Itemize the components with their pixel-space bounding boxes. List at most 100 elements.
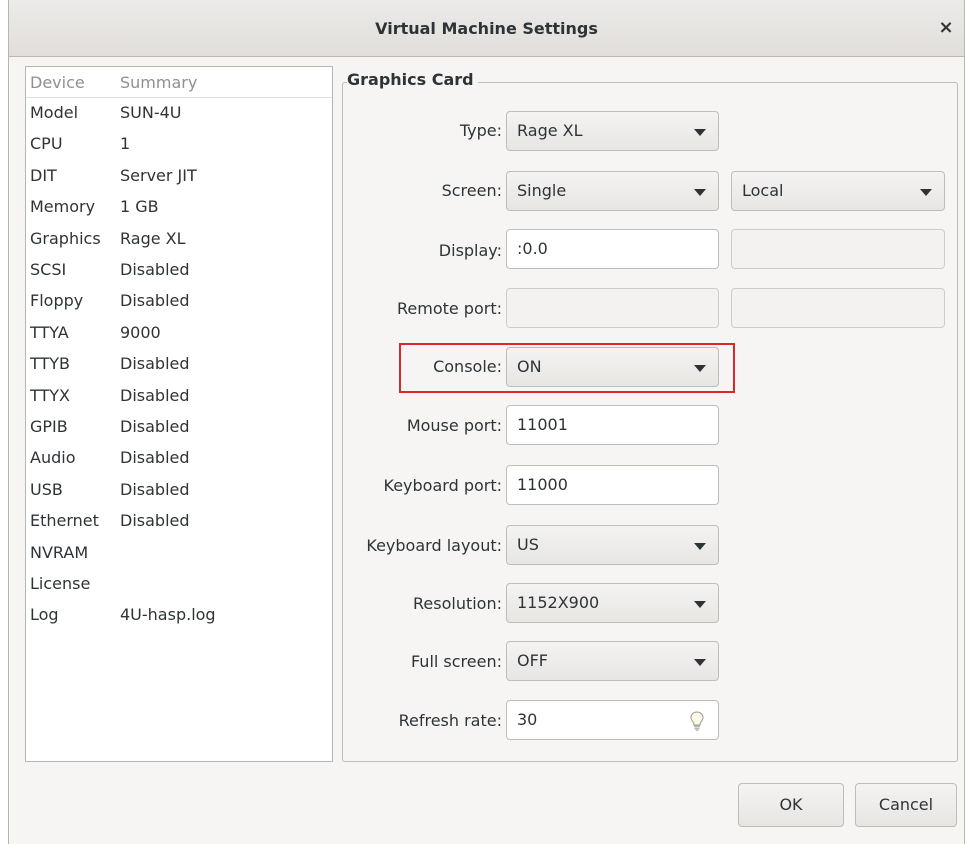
device-summary: 1 GB (120, 197, 159, 217)
keyboard-port-label: Keyboard port: (383, 476, 502, 495)
device-list[interactable]: Device Summary Model SUN-4U CPU 1 DIT Server … (25, 66, 333, 762)
lightbulb-icon[interactable] (690, 711, 704, 731)
title-bar: Virtual Machine Settings × (9, 0, 964, 57)
device-name: USB (30, 479, 63, 499)
device-name: TTYA (30, 322, 69, 342)
console-combo[interactable]: ON (506, 347, 719, 387)
display-extra-input (731, 229, 945, 269)
keyboard-port-value: 11000 (517, 475, 568, 494)
device-name: SCSI (30, 260, 67, 279)
device-summary: 4U-hasp.log (120, 605, 216, 625)
refresh-rate-input[interactable]: 30 (506, 700, 719, 740)
device-name: Audio (30, 448, 76, 468)
chevron-down-icon (694, 129, 706, 136)
type-label: Type: (459, 121, 502, 140)
resolution-value: 1152X900 (517, 593, 600, 612)
device-row[interactable]: TTYA 9000 (26, 319, 332, 350)
device-name: CPU (30, 134, 63, 154)
mouse-port-label: Mouse port: (406, 416, 502, 435)
device-name: Ethernet (30, 511, 99, 531)
display-label: Display: (438, 241, 502, 260)
device-name: Graphics (30, 228, 101, 248)
device-summary: Disabled (120, 260, 190, 279)
keyboard-layout-label: Keyboard layout: (366, 536, 502, 555)
device-summary: 1 (120, 134, 131, 154)
device-row[interactable]: Ethernet Disabled (26, 507, 332, 538)
device-name: TTYB (30, 354, 71, 374)
device-row[interactable]: Graphics Rage XL (26, 225, 332, 256)
type-value: Rage XL (517, 121, 583, 140)
refresh-rate-label: Refresh rate: (398, 711, 502, 730)
device-row[interactable]: NVRAM (26, 539, 332, 570)
full-screen-label: Full screen: (410, 652, 502, 671)
remote-port-label: Remote port: (396, 299, 502, 318)
chevron-down-icon (694, 365, 706, 372)
resolution-label: Resolution: (413, 594, 502, 613)
device-summary: Rage XL (120, 228, 186, 248)
device-row[interactable]: Floppy Disabled (26, 287, 332, 318)
column-header-summary[interactable]: Summary (120, 73, 197, 92)
device-summary: Disabled (120, 479, 190, 499)
remote-port-input (506, 288, 719, 328)
keyboard-layout-combo[interactable]: US (506, 525, 719, 565)
full-screen-combo[interactable]: OFF (506, 641, 719, 681)
console-value: ON (517, 357, 542, 376)
device-row[interactable]: Audio Disabled (26, 444, 332, 475)
chevron-down-icon (694, 601, 706, 608)
full-screen-value: OFF (517, 651, 548, 670)
cancel-button[interactable]: Cancel (855, 783, 957, 827)
device-name: Memory (30, 197, 96, 217)
column-header-device[interactable]: Device (30, 73, 85, 92)
mouse-port-value: 11001 (517, 415, 568, 434)
chevron-down-icon (694, 543, 706, 550)
screen-mode-value: Local (742, 181, 784, 200)
device-row[interactable]: Model SUN-4U (26, 99, 332, 130)
device-name: DIT (30, 165, 57, 185)
display-value: :0.0 (517, 239, 548, 258)
mouse-port-input[interactable]: 11001 (506, 405, 719, 445)
device-row[interactable]: Memory 1 GB (26, 193, 332, 224)
device-summary: Disabled (120, 354, 190, 374)
device-name: License (30, 574, 91, 593)
remote-port-extra-input (731, 288, 945, 328)
device-name: Model (30, 103, 79, 122)
close-icon[interactable]: × (936, 18, 956, 38)
device-name: Log (30, 605, 59, 625)
chevron-down-icon (694, 189, 706, 196)
type-combo[interactable]: Rage XL (506, 111, 719, 151)
graphics-card-title: Graphics Card (347, 70, 478, 89)
device-row[interactable]: SCSI Disabled (26, 256, 332, 287)
device-name: Floppy (30, 291, 84, 311)
screen-value: Single (517, 181, 567, 200)
console-label: Console: (433, 357, 502, 376)
device-summary: 9000 (120, 322, 161, 342)
device-row[interactable]: USB Disabled (26, 476, 332, 507)
screen-label: Screen: (441, 181, 502, 200)
display-input[interactable]: :0.0 (506, 229, 719, 269)
device-row[interactable]: Log 4U-hasp.log (26, 601, 332, 632)
device-summary: Disabled (120, 511, 190, 531)
settings-dialog: Virtual Machine Settings × Device Summar… (8, 0, 965, 844)
device-list-header: Device Summary (26, 67, 332, 98)
device-name: TTYX (30, 385, 70, 405)
device-summary: Disabled (120, 291, 190, 311)
screen-mode-combo[interactable]: Local (731, 171, 945, 211)
device-row[interactable]: License (26, 570, 332, 601)
device-row[interactable]: DIT Server JIT (26, 162, 332, 193)
keyboard-port-input[interactable]: 11000 (506, 465, 719, 505)
chevron-down-icon (694, 659, 706, 666)
chevron-down-icon (920, 189, 932, 196)
device-summary: Server JIT (120, 165, 197, 185)
screen-combo[interactable]: Single (506, 171, 719, 211)
device-row[interactable]: TTYB Disabled (26, 350, 332, 381)
device-summary: Disabled (120, 448, 190, 468)
device-name: NVRAM (30, 542, 89, 562)
ok-button[interactable]: OK (738, 783, 844, 827)
resolution-combo[interactable]: 1152X900 (506, 583, 719, 623)
device-row[interactable]: CPU 1 (26, 130, 332, 161)
device-row[interactable]: TTYX Disabled (26, 382, 332, 413)
device-summary: SUN-4U (120, 103, 182, 122)
device-row[interactable]: GPIB Disabled (26, 413, 332, 444)
keyboard-layout-value: US (517, 535, 539, 554)
device-summary: Disabled (120, 385, 190, 405)
